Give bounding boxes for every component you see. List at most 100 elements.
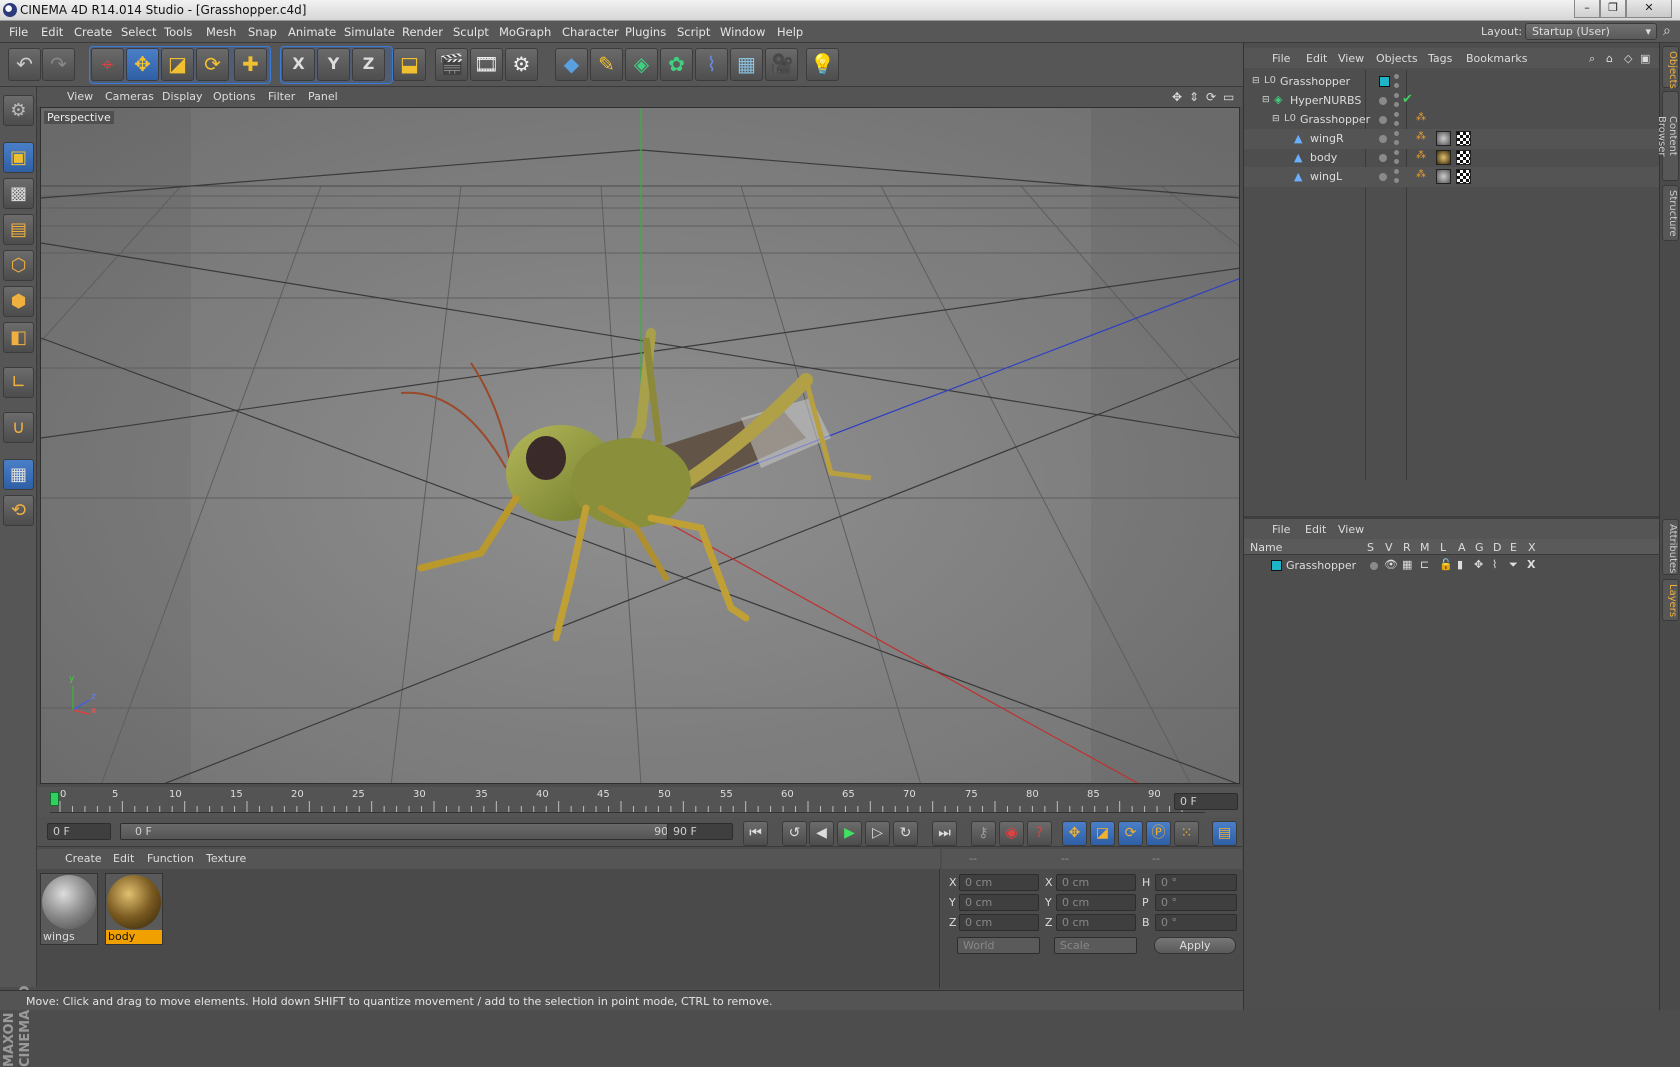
editor-visibility-dot[interactable] [1394,150,1399,155]
key-position-button[interactable]: ✥ [1062,821,1087,846]
layer-menu-view[interactable]: View [1338,523,1364,536]
editor-visibility-dot[interactable] [1394,131,1399,136]
planar-workplane-button[interactable]: ⟲ [3,495,34,526]
layer-color-swatch[interactable] [1379,76,1390,87]
menu-tools[interactable]: Tools [164,25,192,39]
menu-window[interactable]: Window [720,25,765,39]
phong-tag-icon[interactable]: ⁂ [1416,169,1426,180]
material-tag-body[interactable] [1436,150,1451,165]
position-x-field[interactable]: 0 cm [959,874,1039,891]
search-icon[interactable]: ⌕ [1663,23,1671,39]
layer-menu-file[interactable]: File [1272,523,1290,536]
scale-tool-button[interactable]: ◪ [161,48,194,81]
search-icon[interactable]: ⌕ [1589,52,1595,66]
layer-animation-film-icon[interactable]: ▮ [1457,558,1463,571]
uvw-tag-icon[interactable] [1456,150,1471,165]
viewport-rotate-icon[interactable]: ⟳ [1206,90,1216,104]
key-rotation-button[interactable]: ⟳ [1118,821,1143,846]
menu-file[interactable]: File [9,25,28,39]
layer-lock-icon[interactable]: 🔓 [1439,558,1453,571]
material-body[interactable]: body [105,873,163,945]
menu-simulate[interactable]: Simulate [344,25,395,39]
menu-select[interactable]: Select [121,25,156,39]
layer-row[interactable]: Grasshopper 👁 ▦ ⊏ 🔓 ▮ ✥ ⌇ ⏷ X [1244,556,1660,576]
menu-script[interactable]: Script [677,25,710,39]
object-row[interactable]: ⊟ ◈ HyperNURBS ✔ [1244,91,1660,111]
render-visibility-dot[interactable] [1394,159,1399,164]
coord-mode-dropdown[interactable]: World [957,937,1040,954]
layer-manager-tree-icon[interactable]: ⊏ [1420,558,1429,571]
viewport-menu-cameras[interactable]: Cameras [105,90,154,103]
axis-mode-button[interactable]: ∟ [3,367,34,398]
layer-color-swatch[interactable] [1271,560,1282,571]
frame-range-slider[interactable]: 0 F 90 F [120,823,695,840]
key-pla-button[interactable]: ⁙ [1174,821,1199,846]
locked-workplane-button[interactable]: ▦ [3,459,34,490]
material-menu-function[interactable]: Function [147,852,194,865]
material-menu-edit[interactable]: Edit [113,852,134,865]
menu-mograph[interactable]: MoGraph [499,25,551,39]
undo-button[interactable]: ↶ [8,48,41,81]
render-visibility-dot[interactable] [1394,83,1399,88]
object-menu-edit[interactable]: Edit [1306,52,1327,65]
editor-visibility-dot[interactable] [1379,135,1387,143]
rotate-tool-button[interactable]: ⟳ [196,48,229,81]
uvw-tag-icon[interactable] [1456,169,1471,184]
viewport-menu-panel[interactable]: Panel [308,90,338,103]
layer-xref-icon[interactable]: X [1527,558,1535,571]
add-spline-button[interactable]: ✎ [590,48,623,81]
playhead-marker[interactable] [50,792,59,806]
object-menu-view[interactable]: View [1338,52,1364,65]
enabled-check-icon[interactable]: ✔ [1402,92,1413,107]
material-wings[interactable]: wings [40,873,98,945]
editor-visibility-dot[interactable] [1379,173,1387,181]
layer-generator-icon[interactable]: ✥ [1474,558,1483,571]
rotation-p-field[interactable]: 0 ° [1155,894,1237,911]
menu-sculpt[interactable]: Sculpt [453,25,489,39]
timeline-ruler[interactable]: 0 5 10 15 20 25 30 35 40 45 50 55 60 65 … [37,787,1242,817]
menu-create[interactable]: Create [74,25,112,39]
viewport-menu-view[interactable]: View [67,90,93,103]
prev-key-button[interactable]: ↺ [782,821,807,846]
prev-frame-button[interactable]: ◀ [809,821,834,846]
layout-dropdown[interactable]: Startup (User) ▾ [1525,23,1657,40]
position-y-field[interactable]: 0 cm [959,894,1039,911]
tab-layers[interactable]: Layers [1662,579,1679,621]
render-view-button[interactable]: 🎬 [435,48,468,81]
menu-snap[interactable]: Snap [248,25,277,39]
add-camera-button[interactable]: 🎥 [765,48,798,81]
add-nurbs-button[interactable]: ◈ [625,48,658,81]
menu-help[interactable]: Help [777,25,803,39]
object-menu-bookmarks[interactable]: Bookmarks [1466,52,1527,65]
render-picture-viewer-button[interactable]: 🎞 [470,48,503,81]
tab-objects[interactable]: Objects [1662,46,1679,89]
layer-view-eye-icon[interactable]: 👁 [1384,558,1398,571]
tab-structure[interactable]: Structure [1662,185,1679,241]
last-tool-button[interactable]: ✚ [234,48,267,81]
material-menu-texture[interactable]: Texture [206,852,246,865]
go-to-end-button[interactable]: ⏭ [932,821,957,846]
render-visibility-dot[interactable] [1394,102,1399,107]
timeline-window-button[interactable]: ▤ [1212,821,1237,846]
coordinate-system-button[interactable]: ⬓ [393,48,426,81]
menu-edit[interactable]: Edit [41,25,63,39]
redo-button[interactable]: ↷ [42,48,75,81]
layer-menu-edit[interactable]: Edit [1305,523,1326,536]
make-editable-button[interactable]: ⚙ [3,95,34,126]
phong-tag-icon[interactable]: ⁂ [1416,150,1426,161]
add-array-button[interactable]: ✿ [660,48,693,81]
render-visibility-dot[interactable] [1394,178,1399,183]
object-row[interactable]: ▲ body ⁂ [1244,148,1660,168]
object-row[interactable]: ⊟ L0 Grasshopper [1244,72,1660,92]
render-settings-button[interactable]: ⚙ [505,48,538,81]
go-to-start-button[interactable]: ⏮ [743,821,768,846]
viewport-move-icon[interactable]: ✥ [1172,90,1182,104]
viewport-menu-display[interactable]: Display [162,90,203,103]
polygon-mode-button[interactable]: ◧ [3,322,34,353]
x-axis-button[interactable]: X [282,48,315,81]
new-window-icon[interactable]: ▣ [1640,52,1650,65]
tab-attributes[interactable]: Attributes [1662,519,1679,575]
texture-mode-button[interactable]: ▩ [3,178,34,209]
editor-visibility-dot[interactable] [1379,97,1387,105]
menu-plugins[interactable]: Plugins [625,25,666,39]
